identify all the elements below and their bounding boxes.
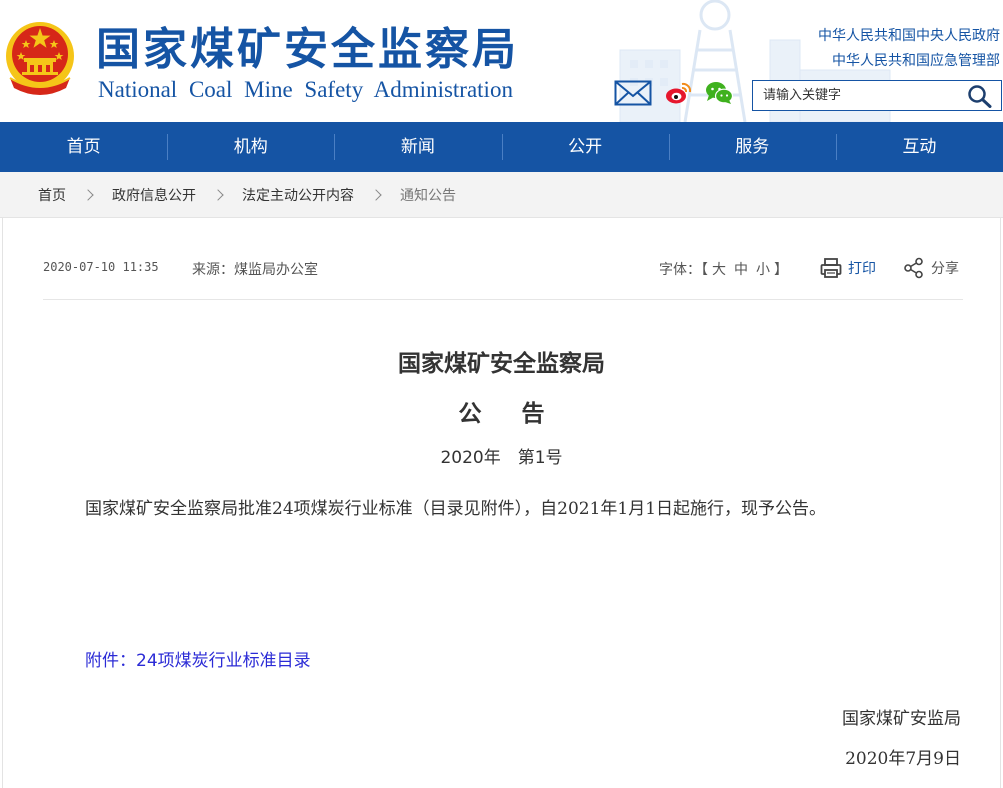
search-input[interactable]	[753, 81, 953, 110]
font-size-bracket-close: 】	[774, 262, 788, 278]
search-box	[752, 80, 1002, 111]
weibo-icon[interactable]	[664, 80, 692, 110]
breadcrumb-home[interactable]: 首页	[38, 185, 66, 205]
central-government-link[interactable]: 中华人民共和国中央人民政府	[818, 24, 1000, 49]
chevron-right-icon	[212, 188, 224, 201]
main-nav: 首页 机构 新闻 公开 服务 互动	[0, 122, 1003, 172]
emergency-ministry-link[interactable]: 中华人民共和国应急管理部	[818, 49, 1000, 74]
signature-organization: 国家煤矿安监局	[842, 709, 961, 729]
chevron-right-icon	[370, 188, 382, 201]
document-number: 2020年 第1号	[440, 448, 563, 468]
article-source: 来源：煤监局办公室	[192, 262, 318, 278]
nav-item-news[interactable]: 新闻	[334, 122, 501, 172]
font-size-large[interactable]: 大	[708, 262, 730, 278]
signature-date: 2020年7月9日	[845, 749, 961, 769]
article-body: 国家煤矿安全监察局批准24项煤炭行业标准（目录见附件），自2021年1月1日起施…	[85, 499, 827, 519]
nav-item-home[interactable]: 首页	[0, 122, 167, 172]
document-type: 公告	[458, 401, 585, 427]
search-icon[interactable]	[967, 84, 993, 108]
breadcrumb-government-info[interactable]: 政府信息公开	[112, 185, 196, 205]
social-icons	[614, 80, 746, 110]
font-size-small[interactable]: 小	[752, 262, 774, 278]
share-icon	[904, 257, 923, 279]
breadcrumb-mandatory-disclosure[interactable]: 法定主动公开内容	[242, 185, 354, 205]
publish-date: 2020-07-10 11:35	[43, 260, 159, 274]
share-label: 分享	[931, 261, 959, 277]
chevron-right-icon	[82, 188, 94, 201]
print-button[interactable]: 打印	[820, 256, 876, 280]
printer-icon	[820, 258, 842, 278]
national-emblem	[6, 22, 74, 95]
nav-item-organization[interactable]: 机构	[167, 122, 334, 172]
font-size-control: 字体：【大中小】	[659, 259, 788, 279]
breadcrumb: 首页 政府信息公开 法定主动公开内容 通知公告	[0, 172, 1003, 218]
font-size-bracket-open: 【	[701, 262, 708, 278]
site-header: 国家煤矿安全监察局 National Coal Mine Safety Admi…	[0, 0, 1003, 122]
attachment-link[interactable]: 附件：24项煤炭行业标准目录	[85, 646, 311, 671]
mail-icon[interactable]	[614, 80, 652, 110]
breadcrumb-current: 通知公告	[400, 187, 456, 204]
site-title-english: National Coal Mine Safety Administration	[98, 77, 513, 102]
article-meta-bar: 2020-07-10 11:35 来源：煤监局办公室 字体：【大中小】 打印 分…	[43, 218, 963, 300]
nav-item-interaction[interactable]: 互动	[835, 122, 1003, 172]
site-title-chinese: 国家煤矿安全监察局	[96, 24, 519, 75]
font-size-label: 字体：	[659, 262, 701, 278]
share-button[interactable]: 分享	[903, 256, 959, 280]
wechat-icon[interactable]	[704, 80, 734, 110]
document-issuer-title: 国家煤矿安全监察局	[398, 351, 605, 377]
nav-item-disclosure[interactable]: 公开	[501, 122, 669, 172]
nav-item-services[interactable]: 服务	[668, 122, 836, 172]
government-links: 中华人民共和国中央人民政府 中华人民共和国应急管理部	[818, 24, 1000, 74]
font-size-medium[interactable]: 中	[730, 262, 752, 278]
print-label: 打印	[848, 261, 876, 277]
